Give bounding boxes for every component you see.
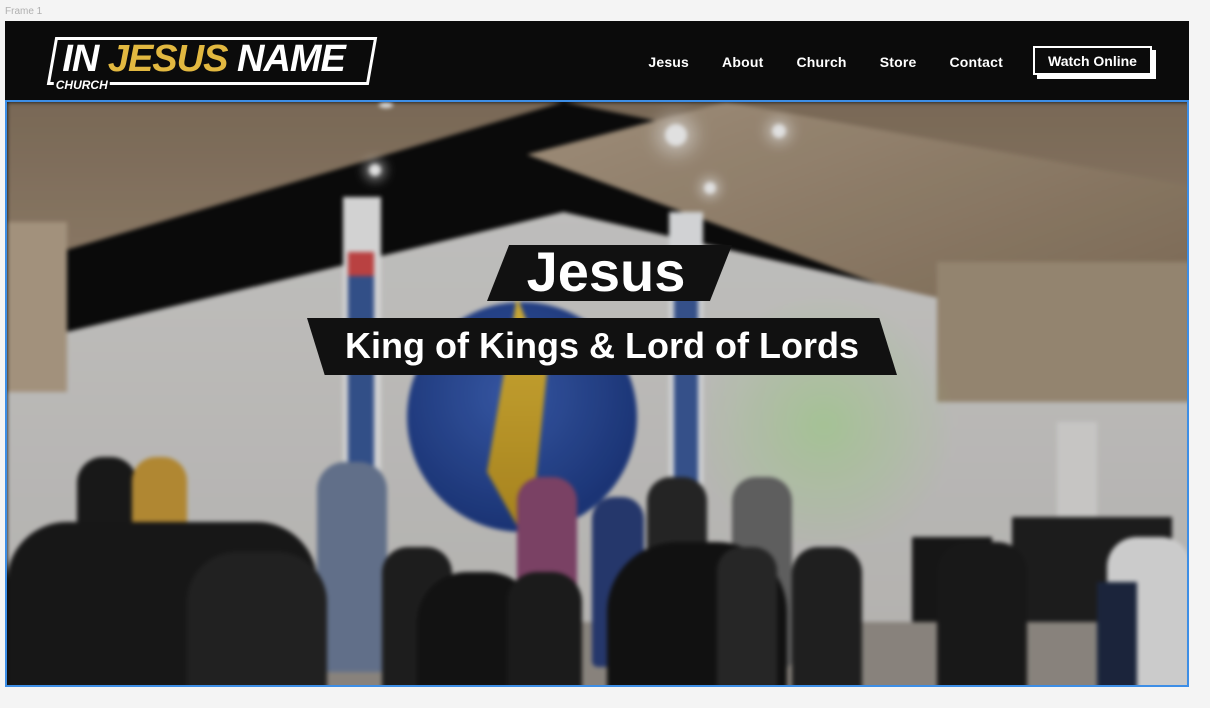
hero-heading: Jesus King of Kings & Lord of Lords <box>7 102 1187 685</box>
frame-label: Frame 1 <box>5 6 43 17</box>
hero-subtitle: King of Kings & Lord of Lords <box>345 325 859 366</box>
church-logo[interactable]: IN JESUS NAME CHURCH <box>46 37 378 92</box>
logo-wordmark: IN JESUS NAME <box>62 38 345 80</box>
hero-title: Jesus <box>526 240 686 303</box>
logo-subtitle: CHURCH <box>53 78 110 92</box>
watch-online-button[interactable]: Watch Online <box>1033 46 1156 79</box>
nav-about[interactable]: About <box>722 54 763 70</box>
nav-jesus[interactable]: Jesus <box>648 54 689 70</box>
nav-contact[interactable]: Contact <box>949 54 1003 70</box>
nav-store[interactable]: Store <box>880 54 917 70</box>
nav-church[interactable]: Church <box>796 54 846 70</box>
main-nav: Jesus About Church Store Contact Watch O… <box>615 46 1156 79</box>
hero-banner: Jesus King of Kings & Lord of Lords <box>5 100 1189 687</box>
watch-online-label: Watch Online <box>1033 46 1152 75</box>
site-header: IN JESUS NAME CHURCH Jesus About Church … <box>5 21 1189 100</box>
frame: IN JESUS NAME CHURCH Jesus About Church … <box>5 21 1189 687</box>
